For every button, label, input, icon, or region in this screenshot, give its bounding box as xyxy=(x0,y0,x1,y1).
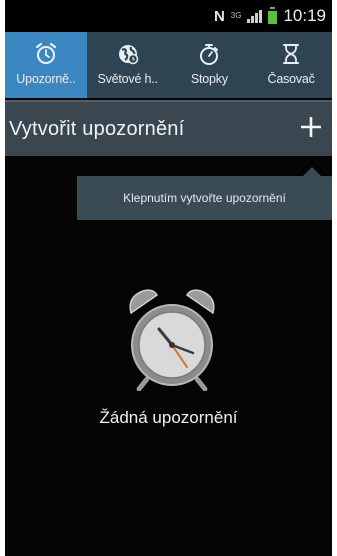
add-alarm-button[interactable] xyxy=(296,114,326,144)
battery-icon xyxy=(268,6,278,24)
status-bar: N 3G 10:19 xyxy=(5,0,332,32)
network-indicator: N xyxy=(213,7,225,25)
world-clock-icon xyxy=(115,41,141,67)
tab-label: Časovač xyxy=(267,72,315,86)
tab-world-clock[interactable]: Světové h.. xyxy=(87,32,169,98)
status-time: 10:19 xyxy=(283,6,326,25)
signal-icon xyxy=(247,9,263,23)
tooltip-text: Klepnutím vytvořte upozornění xyxy=(123,191,286,205)
plus-icon xyxy=(299,115,323,143)
create-alarm-title[interactable]: Vytvořit upozornění xyxy=(9,118,184,141)
tab-label: Světové h.. xyxy=(97,72,158,86)
tab-label: Upozorně.. xyxy=(16,72,76,86)
create-alarm-tooltip: Klepnutím vytvořte upozornění xyxy=(77,167,332,220)
tab-stopwatch[interactable]: Stopky xyxy=(169,32,251,98)
alarm-clock-icon xyxy=(33,41,59,67)
tab-bar: Upozorně.. Světové h.. Stopky Časovač xyxy=(5,32,332,98)
tab-label: Stopky xyxy=(190,72,228,86)
tab-timer[interactable]: Časovač xyxy=(250,32,332,98)
tab-alarm[interactable]: Upozorně.. xyxy=(5,32,87,98)
empty-state-alarm-clock-icon xyxy=(123,283,221,392)
empty-state-text: Žádná upozornění xyxy=(99,408,238,427)
action-bar: Vytvořit upozornění xyxy=(5,100,332,156)
network-type-label: 3G xyxy=(230,11,242,20)
hourglass-icon xyxy=(278,41,304,67)
stopwatch-icon xyxy=(196,41,222,67)
phone-screen: N 3G 10:19 Upozorně.. Světové h.. Stopky… xyxy=(5,0,332,556)
